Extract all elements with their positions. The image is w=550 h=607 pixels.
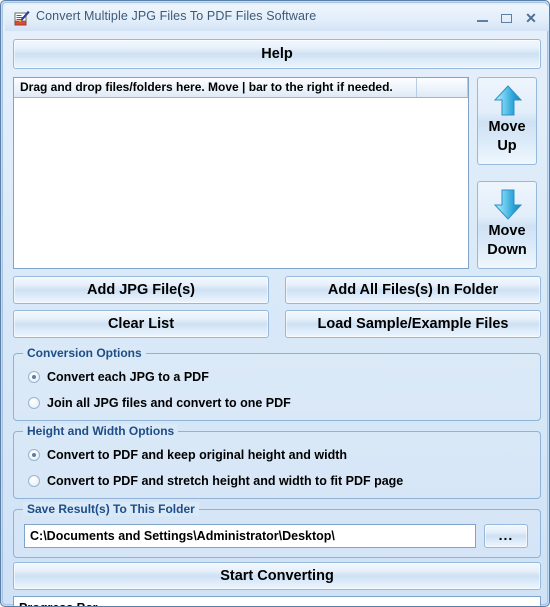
move-down-label-line1: Move [488, 223, 526, 239]
conversion-options-title: Conversion Options [23, 346, 146, 360]
save-folder-title: Save Result(s) To This Folder [23, 502, 199, 516]
arrow-down-icon [492, 188, 524, 222]
minimize-button[interactable] [474, 10, 492, 26]
browse-folder-button[interactable]: ... [484, 524, 528, 548]
file-list[interactable]: Drag and drop files/folders here. Move |… [13, 77, 469, 269]
radio-convert-each-jpg-label: Convert each JPG to a PDF [47, 370, 209, 384]
move-down-label-line2: Down [487, 242, 527, 258]
load-sample-files-button[interactable]: Load Sample/Example Files [285, 310, 541, 338]
arrow-up-icon [492, 84, 524, 118]
move-down-button[interactable]: Move Down [477, 181, 537, 269]
move-up-label-line1: Move [488, 119, 526, 135]
file-list-body[interactable] [14, 98, 468, 268]
window-inner-frame: Convert Multiple JPG Files To PDF Files … [2, 2, 549, 606]
window-title: Convert Multiple JPG Files To PDF Files … [36, 9, 317, 23]
save-folder-input[interactable]: C:\Documents and Settings\Administrator\… [24, 524, 476, 548]
clear-list-button[interactable]: Clear List [13, 310, 269, 338]
help-button[interactable]: Help [13, 39, 541, 69]
radio-button-icon[interactable] [28, 475, 40, 487]
radio-keep-original-size-label: Convert to PDF and keep original height … [47, 448, 348, 462]
radio-button-icon[interactable] [28, 397, 40, 409]
application-window: Convert Multiple JPG Files To PDF Files … [0, 0, 550, 607]
progress-bar: Progress Bar [13, 596, 541, 606]
file-list-header: Drag and drop files/folders here. Move |… [14, 78, 468, 98]
move-up-button[interactable]: Move Up [477, 77, 537, 165]
radio-button-icon[interactable] [28, 449, 40, 461]
radio-stretch-to-fit-label: Convert to PDF and stretch height and wi… [47, 474, 404, 488]
maximize-button[interactable] [498, 10, 516, 26]
file-list-column-header-2[interactable] [418, 78, 468, 97]
move-up-label: Move Up [478, 118, 536, 156]
radio-join-all-jpg-label: Join all JPG files and convert to one PD… [47, 396, 291, 410]
client-area: Help Drag and drop files/folders here. M… [9, 33, 545, 606]
app-icon [14, 10, 30, 26]
height-width-options-group: Height and Width Options Convert to PDF … [13, 424, 541, 499]
height-width-options-title: Height and Width Options [23, 424, 179, 438]
radio-button-icon[interactable] [28, 371, 40, 383]
move-up-label-line2: Up [497, 138, 517, 154]
save-folder-group: Save Result(s) To This Folder C:\Documen… [13, 502, 541, 558]
add-jpg-files-button[interactable]: Add JPG File(s) [13, 276, 269, 304]
start-converting-button[interactable]: Start Converting [13, 562, 541, 590]
close-button[interactable]: ✕ [522, 10, 540, 26]
conversion-options-group: Conversion Options Convert each JPG to a… [13, 346, 541, 421]
add-all-files-in-folder-button[interactable]: Add All Files(s) In Folder [285, 276, 541, 304]
title-bar[interactable]: Convert Multiple JPG Files To PDF Files … [5, 5, 549, 31]
move-down-label: Move Down [478, 222, 536, 260]
file-list-column-header-1[interactable]: Drag and drop files/folders here. Move |… [14, 78, 417, 97]
